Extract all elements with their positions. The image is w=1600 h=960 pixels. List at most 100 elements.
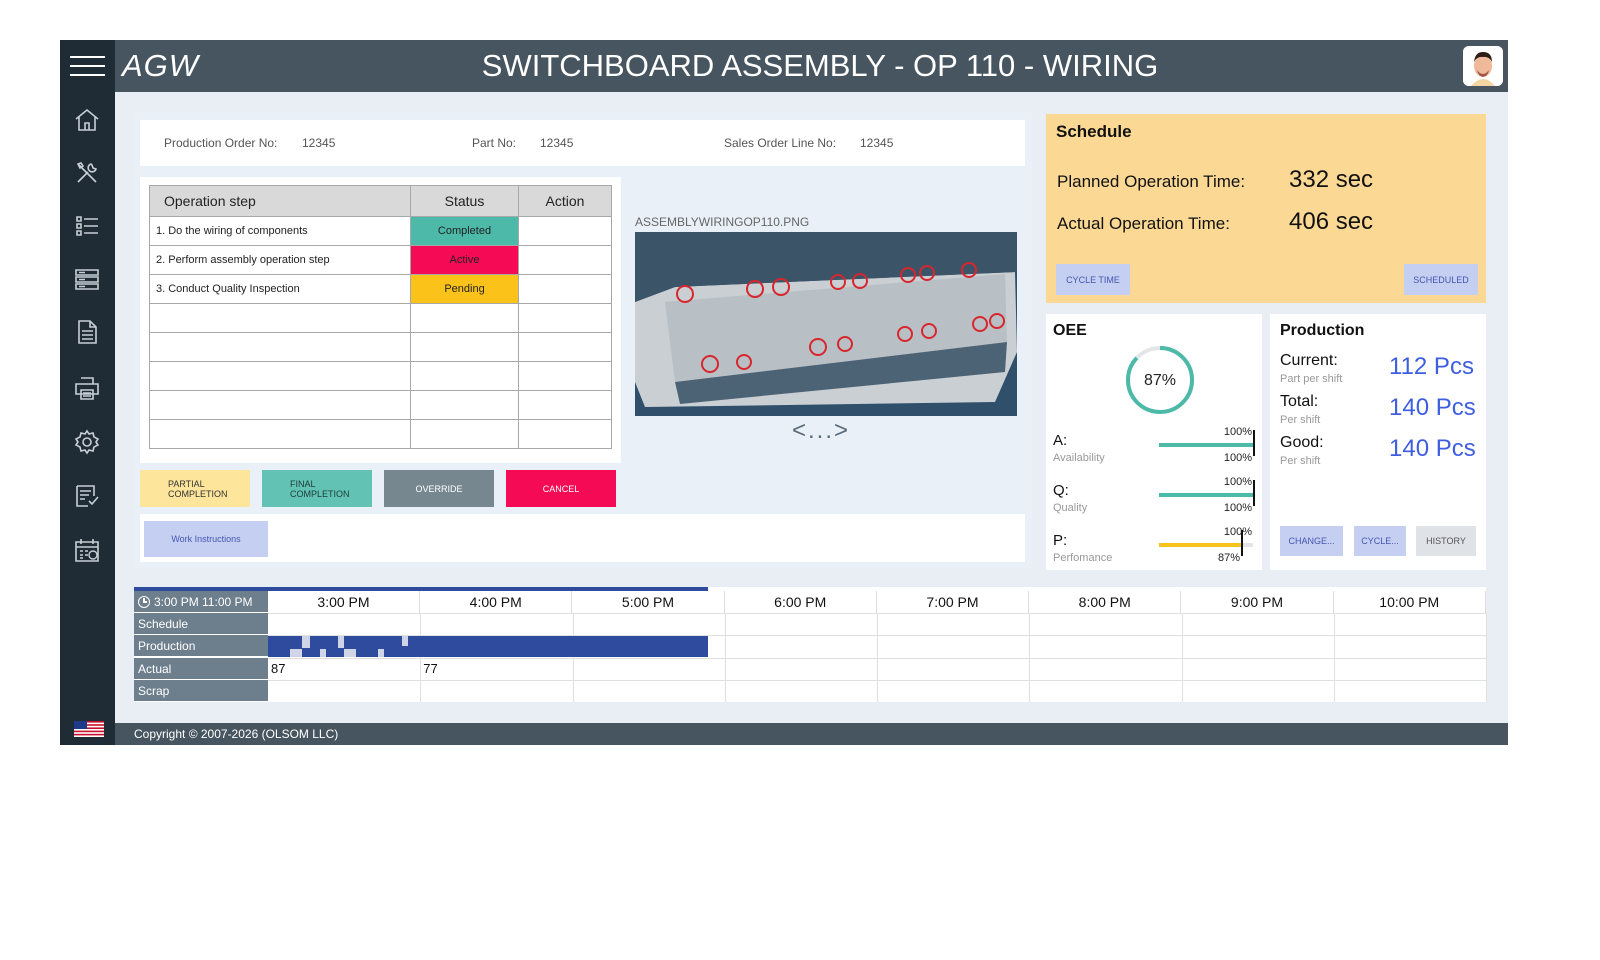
status-badge bbox=[410, 332, 519, 362]
user-avatar[interactable] bbox=[1463, 46, 1503, 86]
hamburger-menu-icon[interactable] bbox=[60, 40, 115, 92]
action-cell[interactable] bbox=[518, 332, 612, 362]
work-instructions-bar: Work Instructions bbox=[140, 514, 1025, 562]
total-value: 140 Pcs bbox=[1389, 394, 1476, 421]
metric-bar bbox=[1159, 493, 1253, 497]
partial-completion-button[interactable]: PARTIAL COMPLETION bbox=[140, 470, 250, 507]
metric-name: Q: bbox=[1053, 482, 1069, 499]
column-header-action: Action bbox=[518, 185, 612, 217]
timeline-hour: 5:00 PM bbox=[573, 591, 725, 613]
final-completion-button[interactable]: FINAL COMPLETION bbox=[262, 470, 372, 507]
action-cell[interactable] bbox=[518, 216, 612, 246]
server-icon bbox=[75, 269, 99, 290]
oee-card: OEE 87% A: Availability 100% 100% Q: Quality 1… bbox=[1046, 314, 1262, 570]
avatar-icon bbox=[1463, 46, 1503, 86]
sidebar-item-documents[interactable] bbox=[71, 316, 103, 348]
metric-bar bbox=[1159, 543, 1253, 547]
table-row[interactable]: 1. Do the wiring of components Completed bbox=[149, 216, 612, 246]
timeline-hour: 9:00 PM bbox=[1182, 591, 1334, 613]
timeline-row-label: Scrap bbox=[134, 679, 268, 702]
assembly-image[interactable] bbox=[635, 232, 1017, 416]
history-button[interactable]: HISTORY bbox=[1416, 526, 1476, 556]
sidebar-item-tools[interactable] bbox=[71, 157, 103, 189]
good-sub: Per shift bbox=[1280, 455, 1321, 467]
oee-value: 87% bbox=[1144, 372, 1176, 389]
part-no-value: 12345 bbox=[540, 136, 574, 150]
metric-bar-fill bbox=[1159, 443, 1253, 447]
timeline-hour: 8:00 PM bbox=[1029, 591, 1182, 613]
tools-icon bbox=[76, 162, 97, 183]
table-row[interactable]: 2. Perform assembly operation step Active bbox=[149, 245, 612, 275]
copyright-text: Copyright © 2007-2026 (OLSOM LLC) bbox=[134, 727, 339, 741]
table-row[interactable]: 3. Conduct Quality Inspection Pending bbox=[149, 274, 612, 304]
metric-bar bbox=[1159, 443, 1253, 447]
change-button[interactable]: CHANGE... bbox=[1280, 526, 1343, 556]
scheduled-button[interactable]: SCHEDULED bbox=[1404, 264, 1478, 295]
checklist-icon bbox=[76, 216, 98, 236]
partial-completion-label-2: COMPLETION bbox=[168, 488, 228, 499]
action-cell[interactable] bbox=[518, 274, 612, 304]
report-icon bbox=[76, 485, 99, 507]
sidebar-item-calendar[interactable] bbox=[71, 534, 103, 566]
override-button[interactable]: OVERRIDE bbox=[384, 470, 494, 507]
action-cell[interactable] bbox=[518, 245, 612, 275]
operation-step-cell: 3. Conduct Quality Inspection bbox=[149, 274, 411, 304]
sidebar-item-reports[interactable] bbox=[71, 480, 103, 512]
status-badge: Pending bbox=[410, 274, 519, 304]
production-bar bbox=[268, 636, 708, 657]
cancel-button[interactable]: CANCEL bbox=[506, 470, 616, 507]
metric-sub: Availability bbox=[1053, 452, 1105, 464]
metric-name: P: bbox=[1053, 532, 1068, 549]
sidebar-item-print[interactable] bbox=[71, 372, 103, 404]
action-cell[interactable] bbox=[518, 361, 612, 391]
cycle-time-button[interactable]: CYCLE TIME bbox=[1056, 264, 1130, 295]
sidebar-item-checklist[interactable] bbox=[71, 210, 103, 242]
sales-order-value: 12345 bbox=[860, 136, 894, 150]
header-bar: AGW SWITCHBOARD ASSEMBLY - OP 110 - WIRI… bbox=[60, 40, 1508, 92]
action-cell[interactable] bbox=[518, 303, 612, 333]
us-flag-icon[interactable] bbox=[74, 721, 104, 737]
image-caption: ASSEMBLYWIRINGOP110.PNG bbox=[635, 215, 810, 229]
app-window: AGW SWITCHBOARD ASSEMBLY - OP 110 - WIRI… bbox=[60, 40, 1508, 745]
production-gaps bbox=[290, 636, 408, 657]
table-row[interactable] bbox=[149, 390, 612, 420]
operation-step-cell bbox=[149, 361, 411, 391]
status-badge bbox=[410, 419, 519, 449]
page-title: SWITCHBOARD ASSEMBLY - OP 110 - WIRING bbox=[481, 48, 1159, 83]
timeline-hour: 3:00 PM bbox=[268, 591, 420, 613]
sidebar-item-settings[interactable] bbox=[71, 426, 103, 458]
final-completion-label-1: FINAL bbox=[290, 478, 316, 489]
timeline-hour: 6:00 PM bbox=[725, 591, 877, 613]
metric-marker bbox=[1240, 530, 1243, 556]
metric-actual: 87% bbox=[1217, 552, 1240, 564]
action-cell[interactable] bbox=[518, 390, 612, 420]
shift-range: 3:00 PM 11:00 PM bbox=[154, 595, 253, 609]
table-row[interactable] bbox=[149, 332, 612, 362]
column-header-step: Operation step bbox=[149, 185, 411, 217]
partial-completion-label-1: PARTIAL bbox=[168, 478, 205, 489]
table-row[interactable] bbox=[149, 419, 612, 449]
metric-target: 100% bbox=[1223, 476, 1252, 488]
timeline-row-label: Production bbox=[134, 635, 268, 658]
current-label: Current: bbox=[1280, 352, 1338, 369]
timeline-row-divider bbox=[268, 657, 1486, 659]
timeline-column-divider bbox=[1486, 613, 1487, 702]
oee-gauge: 87% bbox=[1124, 344, 1196, 416]
sidebar-item-server[interactable] bbox=[71, 263, 103, 295]
image-pager[interactable]: <...> bbox=[792, 417, 850, 445]
printer-icon bbox=[75, 377, 99, 400]
column-header-status: Status bbox=[410, 185, 519, 217]
metric-target: 100% bbox=[1223, 426, 1252, 438]
total-label: Total: bbox=[1280, 393, 1319, 410]
metric-marker bbox=[1253, 430, 1255, 456]
table-row[interactable] bbox=[149, 303, 612, 333]
status-badge: Completed bbox=[410, 216, 519, 246]
actual-value: 77 bbox=[423, 661, 438, 676]
timeline-row-divider bbox=[268, 613, 1486, 614]
table-row[interactable] bbox=[149, 361, 612, 391]
sidebar-item-home[interactable] bbox=[71, 104, 103, 136]
cycle-button[interactable]: CYCLE... bbox=[1354, 526, 1406, 556]
action-cell[interactable] bbox=[518, 419, 612, 449]
work-instructions-button[interactable]: Work Instructions bbox=[144, 521, 268, 557]
part-no-label: Part No: bbox=[472, 136, 517, 150]
